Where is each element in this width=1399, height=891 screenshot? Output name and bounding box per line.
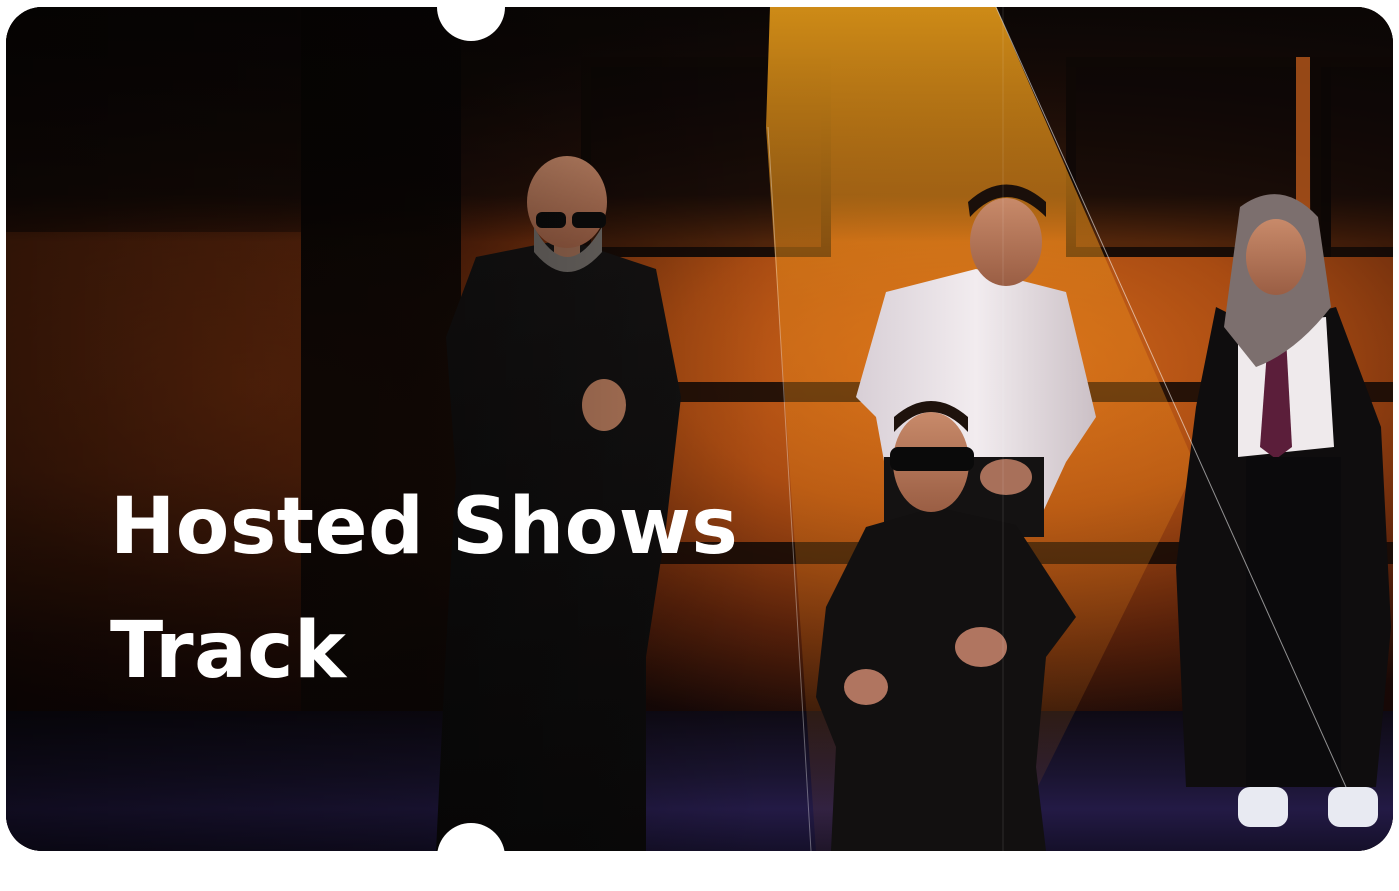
card-title-line-2: Track	[110, 606, 347, 696]
card-title-line-1: Hosted Shows	[110, 482, 739, 572]
ticket-notch-bottom	[437, 823, 505, 891]
hosted-shows-track-card[interactable]: Hosted Shows Track	[6, 7, 1393, 851]
card-title: Hosted Shows Track	[110, 465, 738, 713]
title-readability-gradient	[6, 7, 1393, 851]
